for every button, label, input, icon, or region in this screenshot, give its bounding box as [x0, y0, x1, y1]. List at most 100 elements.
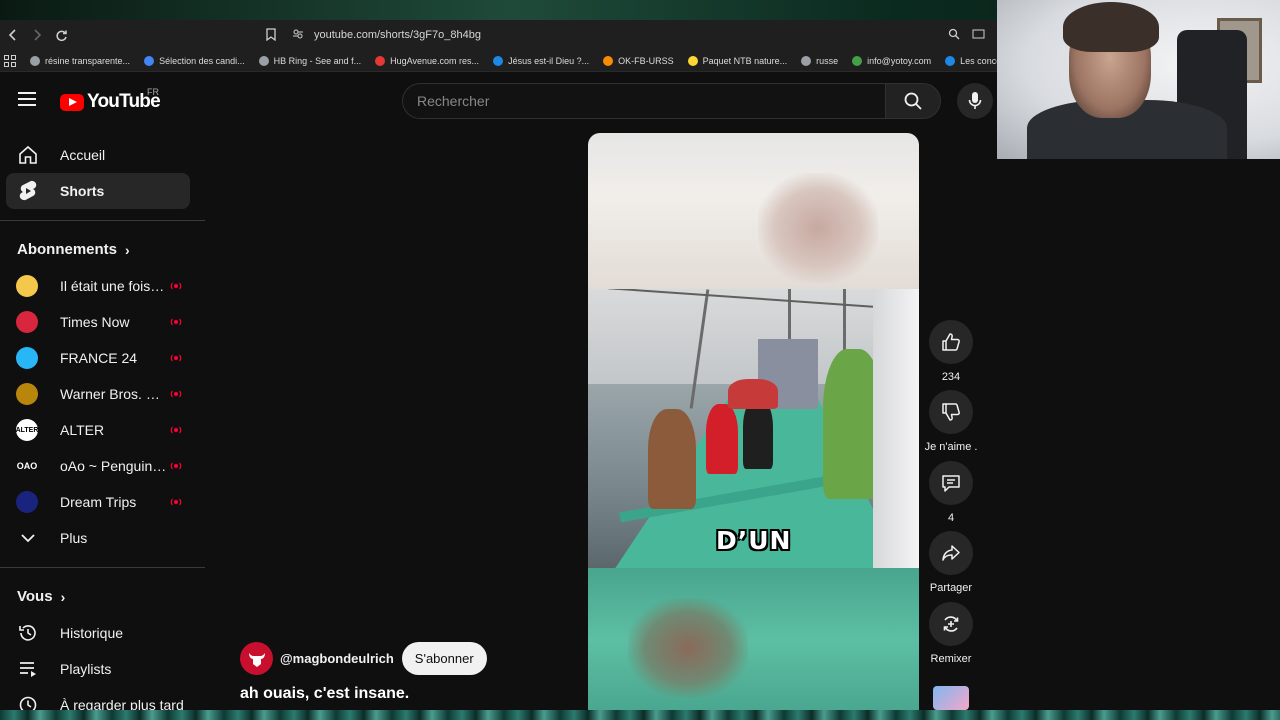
sidebar: Accueil Shorts Abonnements › Il était un…: [0, 128, 205, 720]
bookmark-item[interactable]: Sélection des candi...: [144, 55, 245, 66]
reload-button[interactable]: [50, 24, 72, 46]
sidebar-item-shorts[interactable]: Shorts: [6, 173, 190, 209]
share-action: Partager: [928, 531, 974, 594]
channel-avatar: [16, 311, 38, 333]
chevron-down-icon: [16, 526, 40, 550]
live-icon: [170, 462, 182, 470]
youtube-logo[interactable]: YouTube: [60, 91, 161, 113]
search-input[interactable]: [403, 84, 886, 118]
bookmark-item[interactable]: Les concours d': [945, 55, 997, 66]
sidebar-item-playlists[interactable]: Playlists: [6, 651, 190, 687]
video-blurred-top: [588, 133, 919, 289]
menu-icon[interactable]: [18, 92, 36, 106]
channel-avatar[interactable]: [240, 642, 273, 675]
bookmark-item[interactable]: HugAvenue.com res...: [375, 55, 479, 66]
site-settings-icon[interactable]: [292, 28, 304, 43]
leaf-icon: [687, 55, 698, 66]
bookmark-item[interactable]: info@yotoy.com: [852, 55, 931, 66]
bookmark-item[interactable]: OK-FB-URSS: [603, 55, 674, 66]
bookmark-item[interactable]: résine transparente...: [30, 55, 130, 66]
subscription-item[interactable]: Dream Trips: [6, 484, 190, 520]
channel-avatar: [16, 491, 38, 513]
dislike-button[interactable]: [929, 390, 973, 434]
country-code: FR: [147, 87, 159, 97]
person: [706, 404, 738, 474]
apps-grid-icon[interactable]: [4, 54, 16, 67]
sidebar-item-label: Playlists: [60, 661, 112, 677]
short-title: ah ouais, c'est insane.: [240, 685, 410, 702]
shorts-video-player[interactable]: D’UN: [588, 133, 919, 713]
history-icon: [16, 621, 40, 645]
live-icon: [170, 282, 182, 290]
live-icon: [170, 318, 182, 326]
person-hair: [1063, 2, 1159, 52]
comments-action: 4: [928, 461, 974, 524]
heart-icon: [375, 55, 386, 66]
like-action: 234: [928, 320, 974, 383]
subscription-item[interactable]: ALTER ALTER: [6, 412, 190, 448]
cast-icon[interactable]: [972, 28, 985, 43]
bookmark-star-icon[interactable]: [266, 28, 276, 44]
sound-thumbnail[interactable]: [933, 686, 969, 710]
subscription-item[interactable]: Times Now: [6, 304, 190, 340]
bookmark-item[interactable]: HB Ring - See and f...: [258, 55, 361, 66]
chevron-right-icon: ›: [60, 588, 66, 605]
comments-button[interactable]: [929, 461, 973, 505]
sidebar-item-history[interactable]: Historique: [6, 615, 190, 651]
folder-icon: [801, 55, 812, 66]
you-header[interactable]: Vous ›: [17, 588, 65, 605]
channel-avatar: [16, 275, 38, 297]
channel-avatar: [16, 347, 38, 369]
forward-button[interactable]: [26, 24, 48, 46]
channel-avatar: ALTER: [16, 419, 38, 441]
forward-arrow-icon: [34, 29, 42, 41]
channel-name: Times Now: [60, 314, 130, 330]
subscription-item[interactable]: Il était une fois... ...: [6, 268, 190, 304]
share-button[interactable]: [929, 531, 973, 575]
channel-name: Dream Trips: [60, 494, 137, 510]
sidebar-item-label: Accueil: [60, 147, 106, 163]
bookmark-item[interactable]: Jésus est-il Dieu ?...: [493, 55, 589, 66]
globe-icon: [30, 55, 40, 66]
chevron-right-icon: ›: [125, 241, 130, 258]
address-bar[interactable]: youtube.com/shorts/3gF7o_8h4bg: [258, 23, 993, 47]
url-text: youtube.com/shorts/3gF7o_8h4bg: [314, 29, 481, 41]
live-icon: [170, 354, 182, 362]
microphone-icon: [968, 92, 982, 109]
person: [648, 409, 696, 509]
sidebar-item-home[interactable]: Accueil: [6, 137, 190, 173]
bookmark-item[interactable]: Paquet NTB nature...: [687, 55, 787, 66]
info-icon: [493, 55, 504, 66]
channel-avatar: OAO: [16, 455, 38, 477]
sidebar-item-label: Shorts: [60, 183, 105, 199]
site-favicon-icon: [852, 55, 863, 66]
youtube-play-icon: [60, 93, 84, 111]
subscription-item[interactable]: Warner Bros. Ent...: [6, 376, 190, 412]
subscribe-button[interactable]: S'abonner: [401, 642, 487, 675]
like-count: 234: [941, 371, 961, 383]
subscriptions-header[interactable]: Abonnements ›: [17, 241, 130, 258]
bookmark-folder[interactable]: russe: [801, 55, 838, 66]
reload-icon: [55, 30, 67, 41]
voice-search-button[interactable]: [957, 83, 993, 119]
remix-button[interactable]: [929, 602, 973, 646]
channel-name: FRANCE 24: [60, 350, 138, 366]
webcam-overlay: [997, 0, 1280, 159]
subscription-item[interactable]: FRANCE 24: [6, 340, 190, 376]
channel-avatar: [16, 383, 38, 405]
like-button[interactable]: [929, 320, 973, 364]
search-button[interactable]: [885, 83, 941, 119]
video-caption-overlay: D’UN: [716, 526, 792, 555]
zoom-icon[interactable]: [948, 28, 960, 43]
remix-icon: [943, 616, 959, 632]
document-icon: [144, 55, 155, 66]
search-icon: [904, 92, 922, 110]
youtube-masthead: YouTube FR: [0, 72, 997, 128]
dislike-action: Je n'aime .: [925, 390, 977, 453]
share-label: Partager: [929, 582, 973, 594]
subscription-item[interactable]: OAO oAo ~ Penguin J...: [6, 448, 190, 484]
channel-handle[interactable]: @magbondeulrich: [280, 651, 394, 666]
sidebar-item-more[interactable]: Plus: [6, 520, 190, 556]
remix-label: Remixer: [930, 653, 972, 665]
back-button[interactable]: [2, 24, 24, 46]
